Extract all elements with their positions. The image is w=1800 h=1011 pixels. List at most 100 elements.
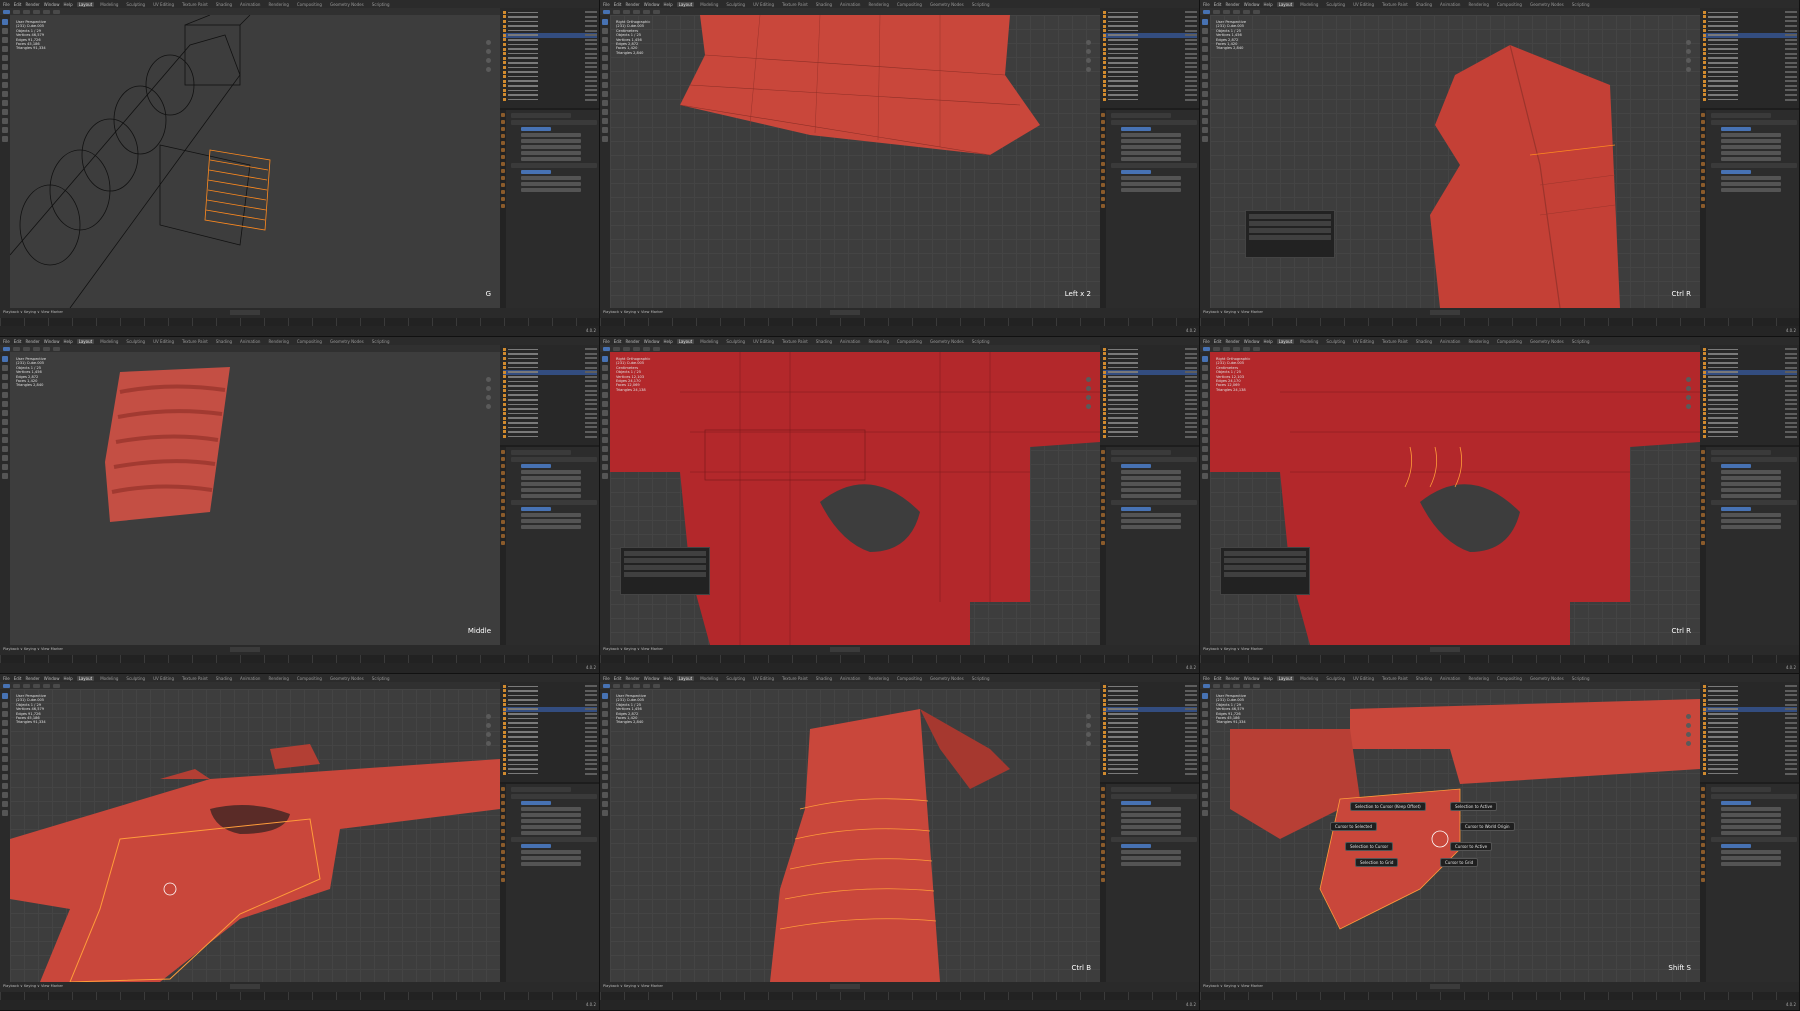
visibility-icon[interactable] [585,763,597,766]
properties-tab-icon[interactable] [1701,169,1705,173]
visibility-icon[interactable] [585,43,597,46]
mesh-menu[interactable] [43,346,50,351]
menu-render[interactable]: Render [625,676,639,681]
rotate-tool-icon[interactable] [1202,383,1208,389]
select-menu[interactable] [23,683,30,688]
properties-tab-icon[interactable] [501,534,505,538]
properties-tab-icon[interactable] [501,513,505,517]
menu-edit[interactable]: Edit [1214,339,1222,344]
bevel-tool-icon[interactable] [602,109,608,115]
view-menu[interactable] [13,683,20,688]
visibility-icon[interactable] [585,726,597,729]
annotate-tool-icon[interactable] [2,747,8,753]
visibility-icon[interactable] [1785,722,1797,725]
extrude-tool-icon[interactable] [2,765,8,771]
properties-tab-icon[interactable] [1101,478,1105,482]
scale-tool-icon[interactable] [602,392,608,398]
menu-render[interactable]: Render [25,676,39,681]
workspace-tab[interactable]: UV Editing [751,2,776,7]
workspace-tab[interactable]: Modeling [98,2,120,7]
visibility-icon[interactable] [585,398,597,401]
visibility-icon[interactable] [585,366,597,369]
loopcut-tool-icon[interactable] [602,118,608,124]
workspace-tab[interactable]: Modeling [698,339,720,344]
flip-field[interactable] [1121,813,1181,817]
visibility-icon[interactable] [585,403,597,406]
timeline[interactable]: Playback ∨ Keying ∨ View Marker [600,308,1199,318]
menu-file[interactable]: File [1203,676,1210,681]
visibility-icon[interactable] [1185,362,1197,365]
properties-tab-icon[interactable] [1701,190,1705,194]
properties-tab-icon[interactable] [501,787,505,791]
playback-controls[interactable] [830,984,860,989]
camera-icon[interactable] [1686,58,1691,63]
camera-icon[interactable] [1686,395,1691,400]
camera-icon[interactable] [486,732,491,737]
properties-tab-icon[interactable] [1101,850,1105,854]
pie-menu-item[interactable]: Cursor to Active [1450,842,1493,851]
ortho-toggle-icon[interactable] [1086,67,1091,72]
properties-tab-icon[interactable] [501,169,505,173]
mode-select[interactable] [3,9,10,14]
properties-tab-icon[interactable] [1101,190,1105,194]
properties-tab-icon[interactable] [501,190,505,194]
properties-tab-icon[interactable] [501,871,505,875]
menu-window[interactable]: Window [644,2,660,7]
3d-viewport[interactable] [610,15,1100,308]
visibility-icon[interactable] [1185,48,1197,51]
scale-tool-icon[interactable] [2,729,8,735]
knife-tool-icon[interactable] [1202,127,1208,133]
optimal-display-toggle[interactable] [521,525,581,529]
visibility-icon[interactable] [1185,34,1197,37]
menu-window[interactable]: Window [1244,676,1260,681]
visibility-icon[interactable] [585,11,597,14]
mirror-modifier[interactable] [511,120,597,125]
properties-tab-icon[interactable] [501,485,505,489]
inset-tool-icon[interactable] [602,774,608,780]
mesh-menu[interactable] [1243,346,1250,351]
visibility-icon[interactable] [585,98,597,101]
select-menu[interactable] [623,346,630,351]
properties-tab-icon[interactable] [1101,127,1105,131]
mesh-menu[interactable] [643,683,650,688]
visibility-icon[interactable] [585,375,597,378]
properties-tab-icon[interactable] [501,204,505,208]
properties-tab-icon[interactable] [501,864,505,868]
inset-tool-icon[interactable] [1202,774,1208,780]
visibility-icon[interactable] [1785,735,1797,738]
workspace-tab[interactable]: Layout [1276,1,1295,7]
visibility-icon[interactable] [1785,71,1797,74]
mirror-modifier[interactable] [1711,120,1797,125]
polybuild-tool-icon[interactable] [1202,136,1208,142]
polybuild-tool-icon[interactable] [1202,810,1208,816]
properties-tab-icon[interactable] [1701,787,1705,791]
clipping-toggle[interactable] [521,151,581,155]
visibility-icon[interactable] [1785,708,1797,711]
visibility-icon[interactable] [1185,708,1197,711]
modifier-header[interactable] [511,113,571,118]
modifier-header[interactable] [1111,787,1171,792]
last-operator-panel[interactable] [620,547,710,595]
menu-help[interactable]: Help [63,676,72,681]
properties-tab-icon[interactable] [501,878,505,882]
menu-render[interactable]: Render [625,2,639,7]
properties-tab-icon[interactable] [1701,513,1705,517]
workspace-tab[interactable]: Modeling [1298,676,1320,681]
menu-file[interactable]: File [3,2,10,7]
last-operator-panel[interactable] [1220,547,1310,595]
last-operator-panel[interactable] [1245,210,1335,258]
properties-tab-icon[interactable] [501,857,505,861]
3d-viewport[interactable] [610,352,1100,645]
visibility-icon[interactable] [585,703,597,706]
pie-menu-item[interactable]: Cursor to Selected [1330,822,1378,831]
visibility-icon[interactable] [585,712,597,715]
properties-tab-icon[interactable] [1701,843,1705,847]
properties-tab-icon[interactable] [1701,534,1705,538]
scale-tool-icon[interactable] [1202,392,1208,398]
ortho-toggle-icon[interactable] [486,741,491,746]
3d-viewport[interactable] [10,352,500,645]
mirror-modifier[interactable] [511,794,597,799]
properties-tab-icon[interactable] [1101,450,1105,454]
workspace-tab[interactable]: Texture Paint [1380,2,1410,7]
clipping-toggle[interactable] [521,488,581,492]
